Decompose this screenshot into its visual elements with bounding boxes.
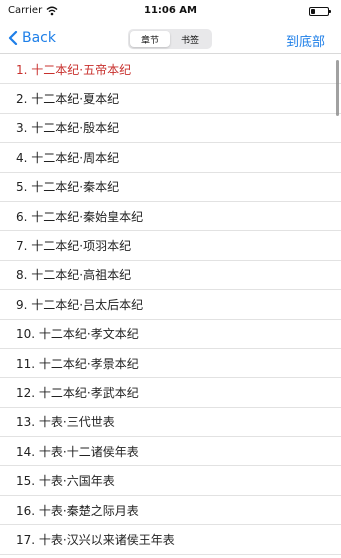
status-time: 11:06 AM xyxy=(143,5,197,16)
segment-chapters[interactable]: 章节 xyxy=(130,31,170,47)
status-bar: Carrier 11:06 AM xyxy=(0,0,341,24)
chapter-item[interactable]: 3. 十二本纪·殷本纪 xyxy=(0,114,341,144)
chapter-list-screen: Carrier 11:06 AM Back 章节 书签 到底部 1. 十二本纪·… xyxy=(0,0,341,558)
scroll-indicator[interactable] xyxy=(336,60,339,116)
chapter-item[interactable]: 16. 十表·秦楚之际月表 xyxy=(0,496,341,526)
chapter-list[interactable]: 1. 十二本纪·五帝本纪 2. 十二本纪·夏本纪 3. 十二本纪·殷本纪 4. … xyxy=(0,55,341,558)
battery-level xyxy=(311,9,315,14)
battery-icon xyxy=(309,7,331,16)
chapter-item[interactable]: 5. 十二本纪·秦本纪 xyxy=(0,173,341,202)
chevron-left-icon xyxy=(8,31,18,45)
chapter-item[interactable]: 15. 十表·六国年表 xyxy=(0,466,341,496)
scroll-to-bottom-button[interactable]: 到底部 xyxy=(286,31,325,50)
chapter-item[interactable]: 4. 十二本纪·周本纪 xyxy=(0,143,341,173)
segment-bookmarks[interactable]: 书签 xyxy=(170,31,210,47)
navigation-bar: Back 章节 书签 到底部 xyxy=(0,24,341,54)
chapter-item[interactable]: 2. 十二本纪·夏本纪 xyxy=(0,84,341,114)
segmented-control: 章节 书签 xyxy=(128,29,212,49)
chapter-item[interactable]: 7. 十二本纪·项羽本纪 xyxy=(0,231,341,261)
chapter-item[interactable]: 10. 十二本纪·孝文本纪 xyxy=(0,320,341,349)
battery-nub xyxy=(329,10,331,13)
chapter-item[interactable]: 9. 十二本纪·吕太后本纪 xyxy=(0,290,341,320)
chapter-item[interactable]: 6. 十二本纪·秦始皇本纪 xyxy=(0,202,341,232)
chapter-item[interactable]: 14. 十表·十二诸侯年表 xyxy=(0,437,341,467)
chapter-item[interactable]: 12. 十二本纪·孝武本纪 xyxy=(0,378,341,408)
chapter-item[interactable]: 1. 十二本纪·五帝本纪 xyxy=(0,55,341,85)
chapter-item[interactable]: 13. 十表·三代世表 xyxy=(0,408,341,438)
chapter-item[interactable]: 8. 十二本纪·高祖本纪 xyxy=(0,261,341,291)
back-label: Back xyxy=(22,30,56,46)
chapter-item[interactable]: 11. 十二本纪·孝景本纪 xyxy=(0,349,341,379)
chapter-item[interactable]: 17. 十表·汉兴以来诸侯王年表 xyxy=(0,525,341,555)
back-button[interactable]: Back xyxy=(8,27,56,49)
